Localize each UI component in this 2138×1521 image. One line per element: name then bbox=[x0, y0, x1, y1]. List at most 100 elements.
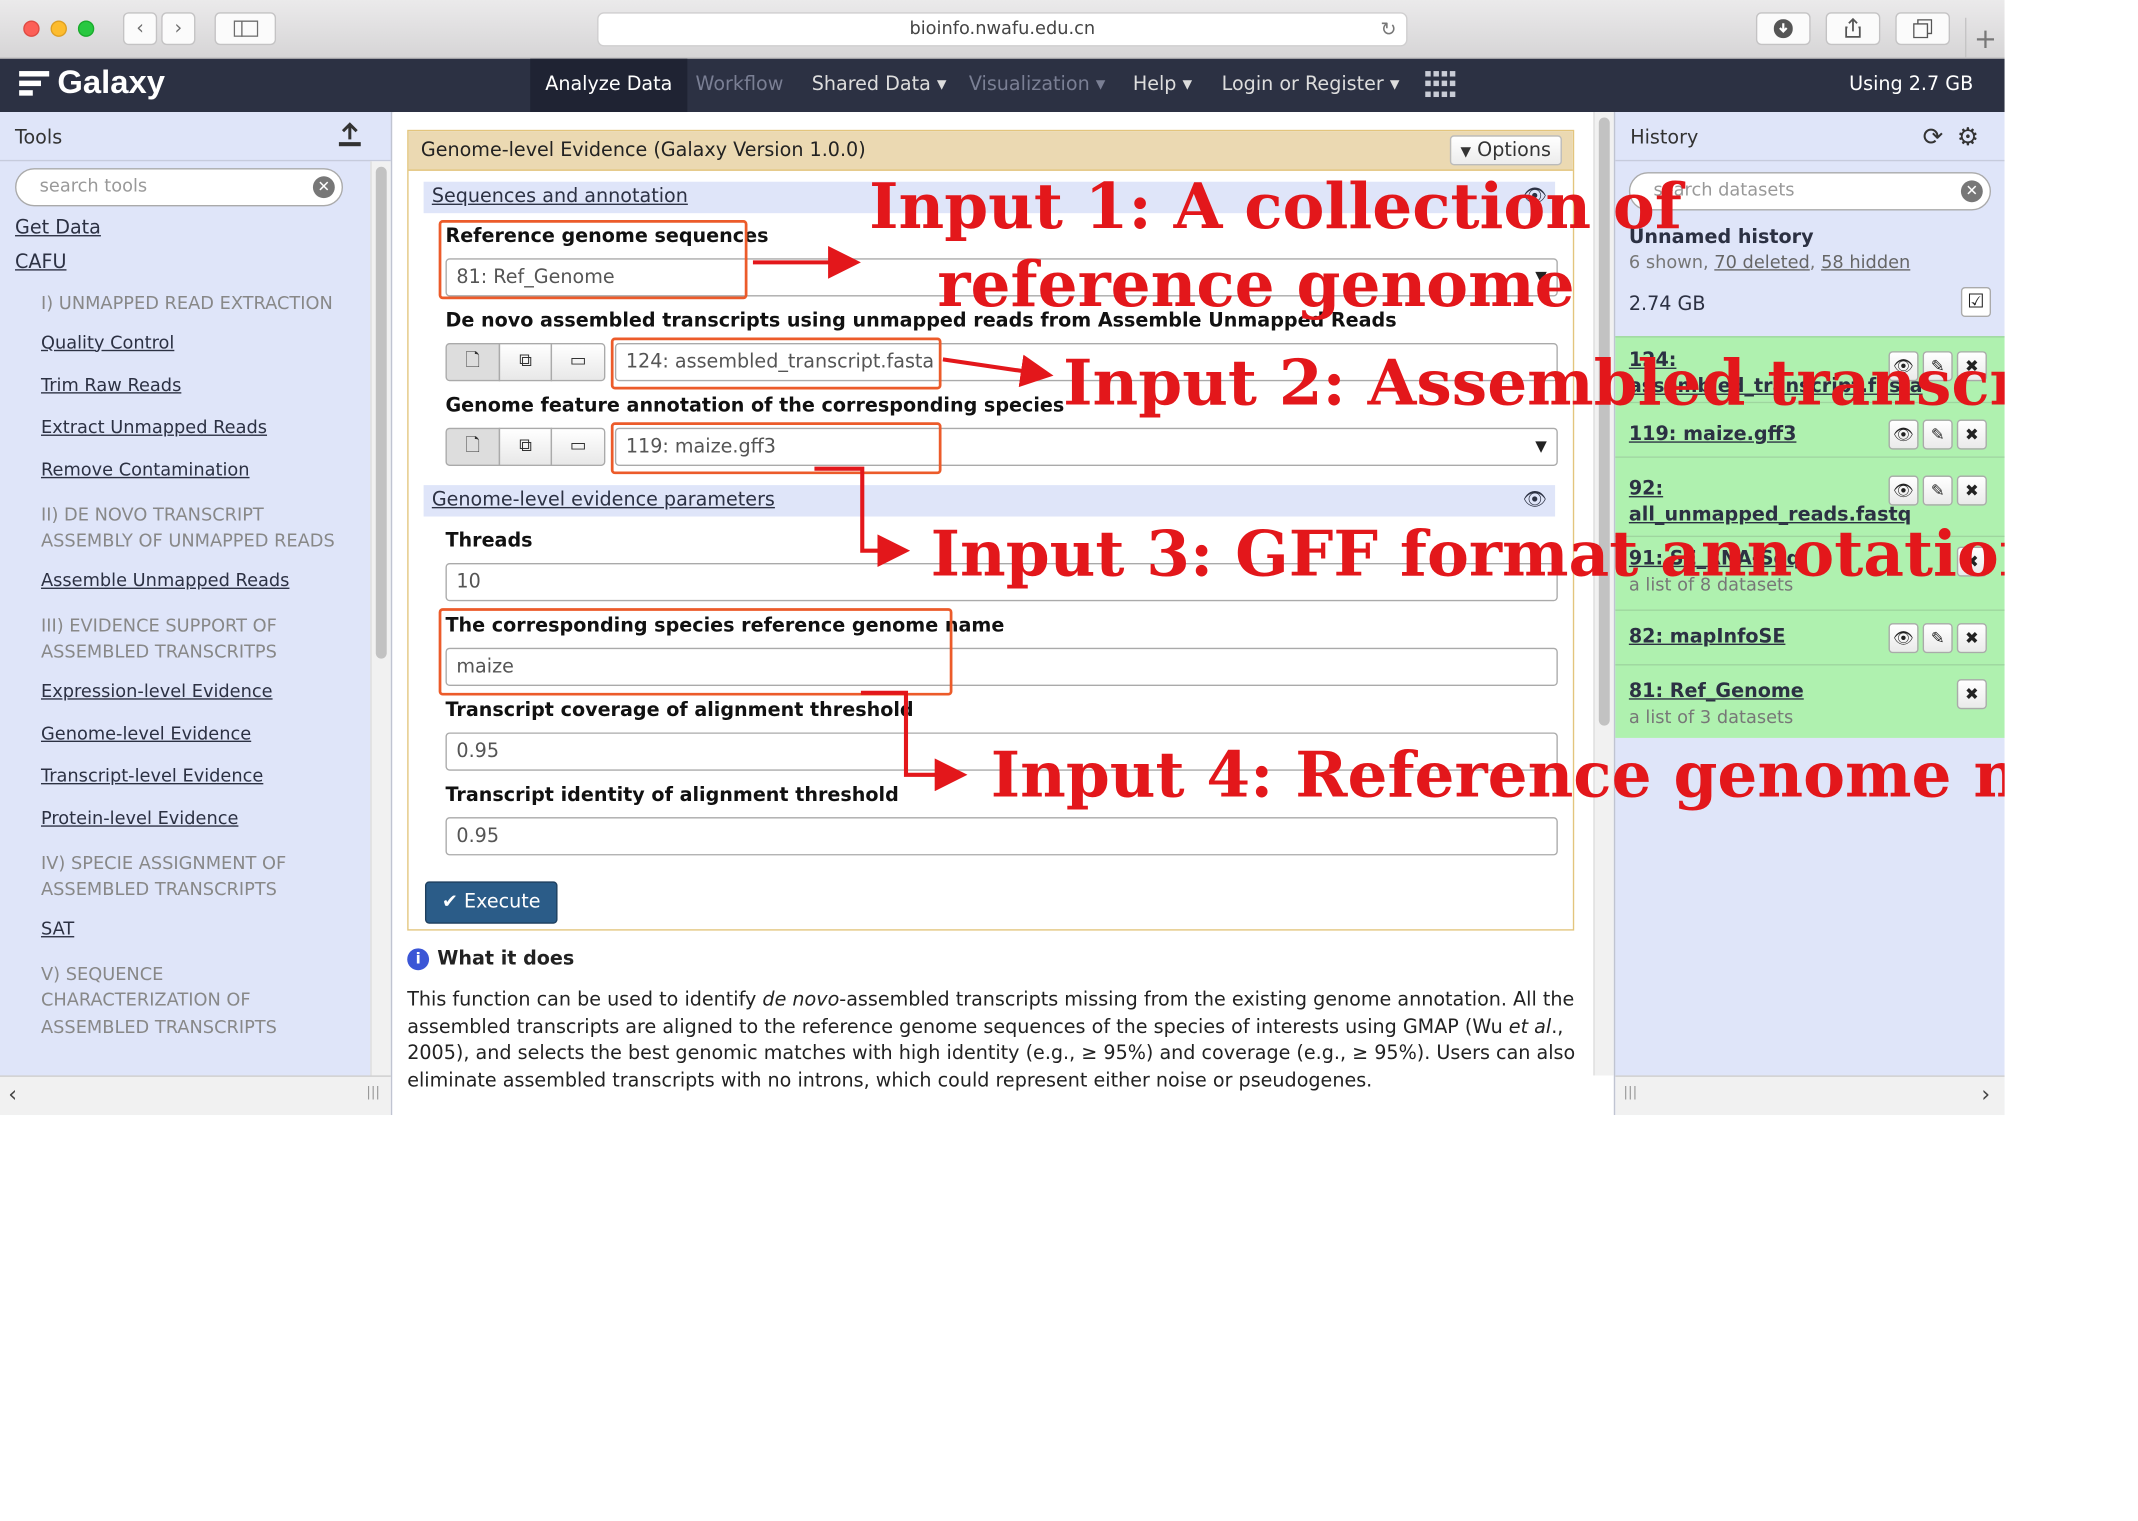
tool-item[interactable]: Genome-level Evidence bbox=[41, 713, 369, 755]
tool-item[interactable]: Remove Contamination bbox=[41, 449, 369, 491]
history-hscrollbar[interactable]: ||| › bbox=[1615, 1075, 2005, 1116]
tool-section-header[interactable]: I) UNMAPPED READ EXTRACTION bbox=[41, 291, 342, 318]
resize-grip-icon[interactable]: ||| bbox=[366, 1085, 380, 1100]
url-text: bioinfo.nwafu.edu.cn bbox=[909, 19, 1096, 40]
center-scrollbar[interactable] bbox=[1593, 112, 1614, 1076]
tool-item[interactable]: Extract Unmapped Reads bbox=[41, 407, 369, 449]
back-button[interactable]: ‹ bbox=[122, 12, 158, 46]
gear-icon[interactable]: ⚙ bbox=[1957, 112, 1979, 164]
pencil-icon[interactable]: ✎ bbox=[1922, 475, 1953, 506]
refresh-icon[interactable]: ⟳ bbox=[1923, 112, 1944, 164]
apps-grid-icon[interactable] bbox=[1425, 71, 1458, 98]
nav-visualization[interactable]: Visualization ▾ bbox=[954, 59, 1121, 112]
options-button[interactable]: ▼ Options bbox=[1449, 135, 1562, 166]
pencil-icon[interactable]: ✎ bbox=[1922, 419, 1953, 450]
scroll-right-icon[interactable]: › bbox=[1981, 1081, 1990, 1107]
tool-panel-hscrollbar[interactable]: ‹ ||| bbox=[0, 1075, 391, 1116]
dataset-title[interactable]: 81: Ref_Genome bbox=[1629, 679, 1882, 705]
scroll-thumb[interactable] bbox=[375, 166, 387, 659]
tool-item[interactable]: Trim Raw Reads bbox=[41, 364, 369, 406]
share-icon bbox=[1845, 17, 1861, 38]
tool-search-input[interactable]: search tools ✕ bbox=[15, 168, 343, 207]
dataset-title[interactable]: 82: mapInfoSE bbox=[1629, 624, 1882, 650]
nav-shared-data[interactable]: Shared Data ▾ bbox=[797, 59, 962, 112]
tool-item[interactable]: Quality Control bbox=[41, 322, 369, 364]
tool-link[interactable]: Get Data bbox=[15, 212, 369, 246]
download-icon bbox=[1773, 19, 1793, 39]
nav-workflow[interactable]: Workflow bbox=[681, 59, 799, 112]
clear-search-icon[interactable]: ✕ bbox=[312, 176, 335, 199]
denovo-input-type-group: 🗋 ⧉ ▭ bbox=[445, 342, 606, 382]
nav-help[interactable]: Help ▾ bbox=[1118, 59, 1207, 112]
pencil-icon[interactable]: ✎ bbox=[1922, 623, 1953, 654]
galaxy-logo[interactable]: Galaxy bbox=[19, 64, 165, 102]
single-dataset-icon[interactable]: 🗋 bbox=[445, 427, 500, 466]
deleted-link[interactable]: 70 deleted bbox=[1714, 253, 1810, 273]
multiple-datasets-icon[interactable]: ⧉ bbox=[498, 427, 553, 466]
highlight-box-reference bbox=[438, 220, 748, 300]
reload-icon[interactable]: ↻ bbox=[1381, 14, 1397, 47]
tool-link[interactable]: CAFU bbox=[15, 246, 369, 280]
new-tab-icon[interactable]: + bbox=[1965, 17, 2005, 59]
sidebar-icon bbox=[232, 20, 258, 37]
address-bar[interactable]: bioinfo.nwafu.edu.cn ↻ bbox=[597, 12, 1408, 47]
forward-button[interactable]: › bbox=[161, 12, 196, 46]
execute-button[interactable]: ✔ Execute bbox=[424, 881, 558, 924]
tool-form-header: Genome-level Evidence (Galaxy Version 1.… bbox=[408, 131, 1573, 171]
caret-down-icon: ▼ bbox=[1460, 144, 1472, 160]
dataset-collection-icon[interactable]: ▭ bbox=[551, 427, 606, 466]
close-window-icon[interactable] bbox=[23, 20, 40, 37]
resize-grip-icon[interactable]: ||| bbox=[1623, 1085, 1637, 1100]
zoom-window-icon[interactable] bbox=[77, 20, 95, 37]
history-dataset[interactable]: 82: mapInfoSE 👁 ✎ ✖ bbox=[1615, 609, 2005, 665]
history-panel: History ⟳ ⚙ search datasets ✕ Unnamed hi… bbox=[1613, 112, 2005, 1116]
highlight-box-denovo bbox=[610, 337, 942, 390]
downloads-button[interactable] bbox=[1755, 12, 1811, 46]
tabs-button[interactable] bbox=[1895, 12, 1950, 46]
multiple-datasets-icon[interactable]: ⧉ bbox=[498, 342, 553, 382]
tool-section-header[interactable]: III) EVIDENCE SUPPORT OF ASSEMBLED TRANS… bbox=[41, 613, 342, 666]
hidden-link[interactable]: 58 hidden bbox=[1821, 253, 1910, 273]
tool-title: Genome-level Evidence (Galaxy Version 1.… bbox=[420, 139, 866, 162]
tool-item[interactable]: Assemble Unmapped Reads bbox=[41, 560, 369, 602]
delete-icon[interactable]: ✖ bbox=[1956, 623, 1987, 654]
tool-search-placeholder: search tools bbox=[39, 176, 148, 197]
history-scrollbar[interactable] bbox=[1986, 161, 2005, 1077]
eye-icon[interactable]: 👁 bbox=[1523, 485, 1547, 516]
annotation-input-1-line1: Input 1: A collection of bbox=[869, 169, 1682, 244]
separator: , bbox=[1809, 252, 1822, 274]
share-button[interactable] bbox=[1825, 12, 1881, 46]
tool-section-header[interactable]: IV) SPECIE ASSIGNMENT OF ASSEMBLED TRANS… bbox=[41, 851, 342, 904]
eye-icon[interactable]: 👁 bbox=[1888, 419, 1919, 450]
eye-icon[interactable]: 👁 bbox=[1888, 623, 1919, 654]
shown-count: 6 shown, bbox=[1628, 252, 1715, 274]
identity-input[interactable]: 0.95 bbox=[445, 817, 1558, 856]
tool-item[interactable]: Transcript-level Evidence bbox=[41, 755, 369, 797]
clear-search-icon[interactable]: ✕ bbox=[1960, 180, 1983, 203]
delete-icon[interactable]: ✖ bbox=[1956, 419, 1987, 450]
section-genome-evidence-params[interactable]: Genome-level evidence parameters 👁 bbox=[423, 485, 1556, 517]
tool-item[interactable]: SAT bbox=[41, 908, 369, 950]
nav-login-register[interactable]: Login or Register ▾ bbox=[1207, 59, 1415, 112]
dataset-search-input[interactable]: search datasets ✕ bbox=[1628, 172, 1991, 211]
options-label: Options bbox=[1477, 139, 1551, 162]
upload-icon[interactable] bbox=[336, 122, 363, 149]
scroll-left-icon[interactable]: ‹ bbox=[8, 1081, 17, 1107]
nav-analyze-data[interactable]: Analyze Data bbox=[530, 58, 688, 113]
dataset-collection-icon[interactable]: ▭ bbox=[551, 342, 606, 382]
dataset-title[interactable]: 119: maize.gff3 bbox=[1629, 422, 1882, 448]
threads-label: Threads bbox=[445, 530, 533, 553]
history-dataset[interactable]: 81: Ref_Genome a list of 3 datasets ✖ bbox=[1615, 664, 2005, 738]
sidebar-toggle-button[interactable] bbox=[214, 12, 277, 46]
tool-panel-scrollbar[interactable] bbox=[370, 161, 391, 1077]
minimize-window-icon[interactable] bbox=[50, 20, 67, 37]
tool-section-header[interactable]: V) SEQUENCE CHARACTERIZATION OF ASSEMBLE… bbox=[41, 961, 342, 1041]
tool-item[interactable]: Protein-level Evidence bbox=[41, 797, 369, 839]
eye-icon[interactable]: 👁 bbox=[1888, 475, 1919, 506]
delete-icon[interactable]: ✖ bbox=[1956, 475, 1987, 506]
tool-section-header[interactable]: II) DE NOVO TRANSCRIPT ASSEMBLY OF UNMAP… bbox=[41, 502, 342, 555]
tool-item[interactable]: Expression-level Evidence bbox=[41, 670, 369, 712]
brand-name: Galaxy bbox=[57, 64, 165, 102]
delete-icon[interactable]: ✖ bbox=[1956, 679, 1987, 710]
single-dataset-icon[interactable]: 🗋 bbox=[445, 342, 500, 382]
